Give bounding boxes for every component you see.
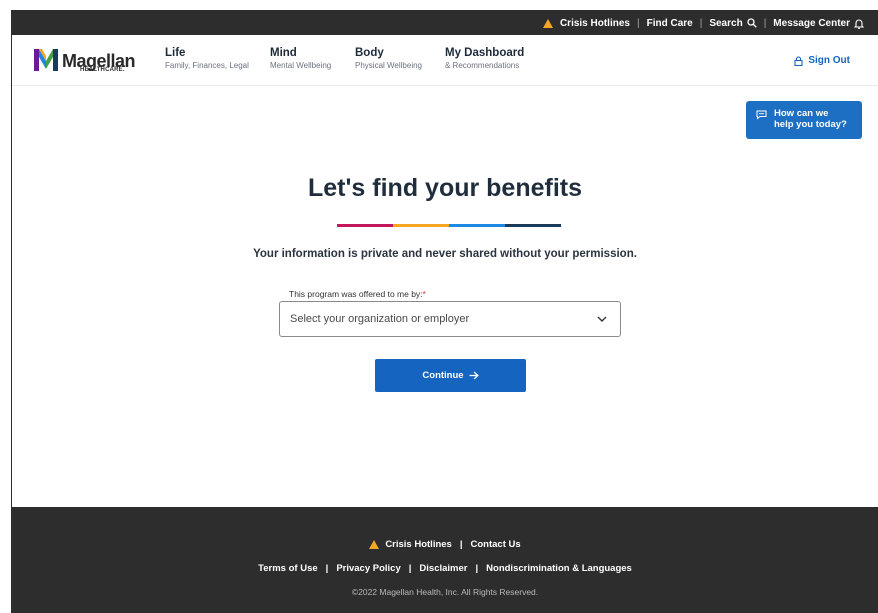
nav-mind-sub: Mental Wellbeing: [270, 61, 332, 70]
sign-out-label: Sign Out: [808, 55, 850, 66]
stripe-4: [505, 224, 561, 227]
organization-select-placeholder: Select your organization or employer: [290, 313, 470, 325]
field-label-text: This program was offered to me by:: [289, 289, 423, 299]
nav-life[interactable]: Life Family, Finances, Legal: [165, 47, 249, 70]
nav-dashboard-sub: & Recommendations: [445, 61, 520, 70]
continue-button[interactable]: Continue: [375, 359, 526, 392]
logo-sub-text: HEALTHCARE.: [80, 67, 125, 73]
separator: |: [408, 563, 412, 574]
nav-mind-title: Mind: [270, 47, 297, 59]
utility-bar: Crisis Hotlines | Find Care | Search | M…: [12, 11, 878, 35]
copyright-text: ©2022 Magellan Health, Inc. All Rights R…: [351, 587, 539, 597]
warning-icon: [542, 18, 553, 28]
warning-icon: [369, 540, 380, 549]
main-header: Magellan HEALTHCARE. Life Family, Financ…: [12, 35, 878, 86]
nav-dashboard-title: My Dashboard: [445, 47, 525, 59]
bell-icon: [854, 19, 864, 29]
nav-my-dashboard[interactable]: My Dashboard & Recommendations: [445, 47, 524, 70]
privacy-policy-link[interactable]: Privacy Policy: [336, 563, 400, 574]
search-icon: [747, 18, 757, 28]
help-line-2: help you today?: [774, 118, 847, 130]
search-label: Search: [709, 17, 743, 29]
nav-body-sub: Physical Wellbeing: [355, 61, 422, 70]
find-care-link[interactable]: Find Care: [647, 18, 693, 29]
chat-icon: [756, 110, 767, 120]
nav-mind[interactable]: Mind Mental Wellbeing: [270, 47, 331, 70]
message-center-link[interactable]: Message Center: [773, 18, 864, 29]
magellan-m-logo-icon: [34, 49, 58, 71]
terms-of-use-link[interactable]: Terms of Use: [258, 563, 317, 574]
page-title: Let's find your benefits: [307, 174, 583, 202]
footer-top-links: Crisis Hotlines | Contact Us: [12, 539, 878, 550]
nav-life-title: Life: [165, 47, 186, 59]
nondiscrimination-link[interactable]: Nondiscrimination & Languages: [486, 563, 632, 574]
help-chat-button[interactable]: How can we help you today?: [746, 101, 862, 139]
separator: |: [699, 17, 703, 29]
required-mark: *: [422, 289, 426, 299]
footer-crisis-hotlines-link[interactable]: Crisis Hotlines: [385, 539, 452, 550]
message-center-label: Message Center: [773, 17, 850, 29]
page-frame: Crisis Hotlines | Find Care | Search | M…: [11, 10, 878, 613]
nav-body-title: Body: [355, 47, 384, 59]
lock-icon: [794, 55, 803, 66]
disclaimer-link[interactable]: Disclaimer: [419, 563, 467, 574]
crisis-hotlines-link[interactable]: Crisis Hotlines: [542, 17, 630, 29]
nav-body[interactable]: Body Physical Wellbeing: [355, 47, 422, 70]
organization-select[interactable]: Select your organization or employer: [279, 301, 621, 337]
chevron-down-icon: [597, 316, 607, 322]
separator: |: [636, 17, 640, 29]
organization-field-label: This program was offered to me by:*: [289, 289, 426, 299]
privacy-note: Your information is private and never sh…: [253, 248, 637, 260]
separator: |: [459, 539, 463, 550]
continue-label: Continue: [422, 370, 464, 381]
search-link[interactable]: Search: [709, 17, 757, 29]
sign-out-button[interactable]: Sign Out: [794, 55, 850, 66]
crisis-hotlines-label: Crisis Hotlines: [559, 17, 630, 29]
page-footer: Crisis Hotlines | Contact Us Terms of Us…: [12, 507, 878, 613]
footer-contact-us-link[interactable]: Contact Us: [471, 539, 521, 550]
nav-life-sub: Family, Finances, Legal: [165, 61, 249, 70]
find-care-label: Find Care: [646, 17, 693, 29]
magellan-logo[interactable]: Magellan HEALTHCARE.: [33, 47, 136, 73]
separator: |: [325, 563, 329, 574]
stripe-2: [393, 224, 449, 227]
separator: |: [475, 563, 479, 574]
color-stripe-divider: [337, 224, 561, 227]
stripe-1: [337, 224, 393, 227]
footer-legal-links: Terms of Use | Privacy Policy | Disclaim…: [12, 563, 878, 574]
arrow-right-icon: [469, 371, 479, 380]
stripe-3: [449, 224, 505, 227]
separator: |: [763, 17, 767, 29]
